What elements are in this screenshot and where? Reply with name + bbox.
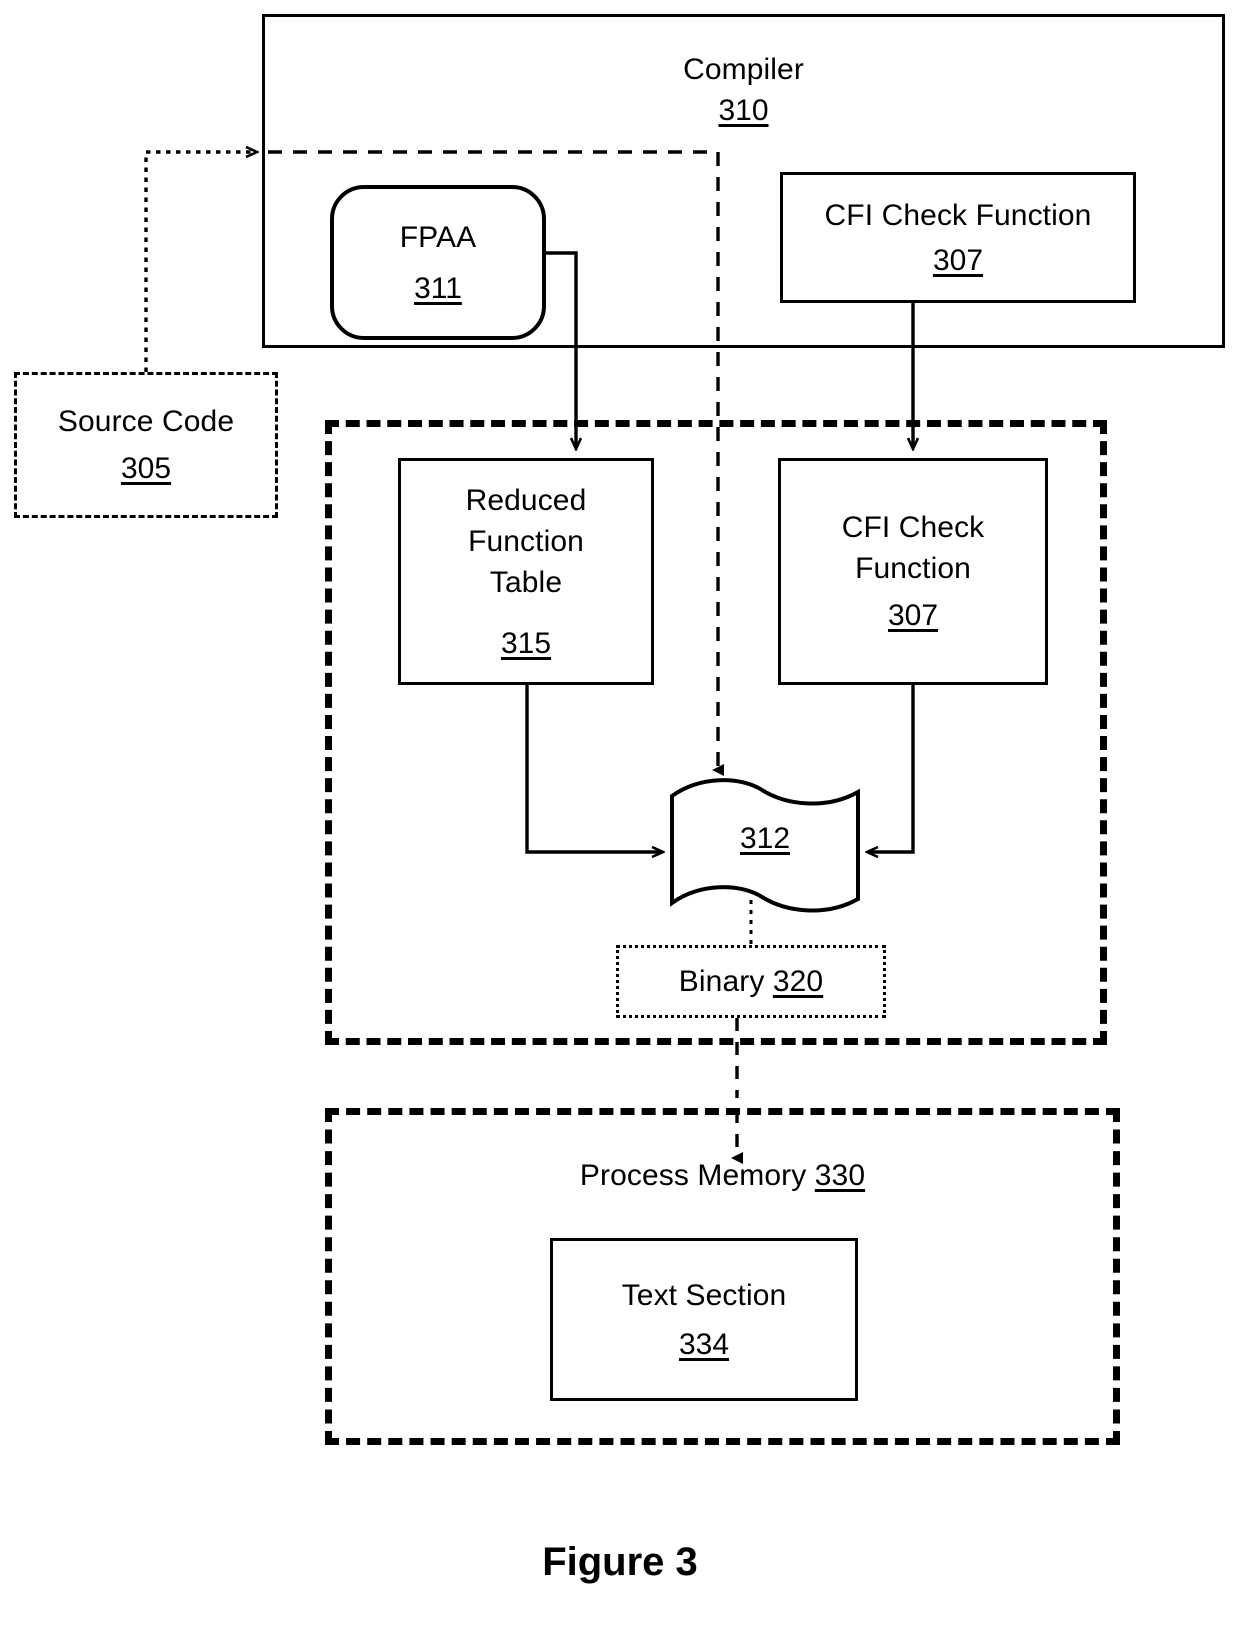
text-section-ref: 334 bbox=[678, 1327, 730, 1361]
fpaa-title: FPAA bbox=[399, 220, 477, 254]
process-memory-title-row: Process Memory 330 bbox=[325, 1155, 1120, 1196]
source-code-ref: 305 bbox=[120, 452, 172, 485]
binary-box: Binary 320 bbox=[616, 945, 886, 1018]
compiler-title: Compiler bbox=[683, 53, 804, 86]
compiler-cfi-check-function-box: CFI Check Function 307 bbox=[780, 172, 1136, 303]
fpaa-box: FPAA 311 bbox=[330, 185, 546, 340]
figure-canvas: Compiler 310 FPAA 311 CFI Check Function… bbox=[0, 0, 1240, 1642]
artifact-cfi-check-function-line2: Function bbox=[855, 552, 971, 585]
artifact-cfi-check-function-box: CFI Check Function 307 bbox=[778, 458, 1048, 685]
reduced-function-table-line1: Reduced bbox=[465, 483, 587, 517]
text-section-box: Text Section 334 bbox=[550, 1238, 858, 1401]
source-code-title: Source Code bbox=[57, 405, 235, 438]
artifact-cfi-check-function-ref: 307 bbox=[887, 599, 939, 632]
compiler-ref: 310 bbox=[718, 94, 769, 127]
reduced-function-table-line2: Function bbox=[468, 524, 584, 558]
artifact-cfi-check-function-line1: CFI Check bbox=[841, 511, 985, 544]
binary-label-space bbox=[764, 961, 772, 1002]
binary-ref: 320 bbox=[772, 965, 824, 998]
process-memory-title: Process Memory bbox=[579, 1159, 807, 1192]
process-memory-title-space bbox=[806, 1155, 814, 1196]
fpaa-ref: 311 bbox=[414, 271, 462, 305]
compiler-cfi-check-function-ref: 307 bbox=[932, 243, 984, 277]
source-code-box: Source Code 305 bbox=[14, 372, 278, 518]
reduced-function-table-line3: Table bbox=[489, 565, 563, 599]
reduced-function-table-ref: 315 bbox=[500, 626, 552, 660]
object-file-ref: 312 bbox=[739, 822, 791, 855]
binary-label: Binary bbox=[678, 965, 765, 998]
figure-caption: Figure 3 bbox=[542, 1540, 698, 1584]
process-memory-ref: 330 bbox=[814, 1159, 866, 1192]
text-section-title: Text Section bbox=[621, 1278, 787, 1312]
connector-source-code-to-compiler bbox=[144, 152, 256, 372]
reduced-function-table-box: Reduced Function Table 315 bbox=[398, 458, 654, 685]
compiler-cfi-check-function-title: CFI Check Function bbox=[824, 198, 1092, 232]
